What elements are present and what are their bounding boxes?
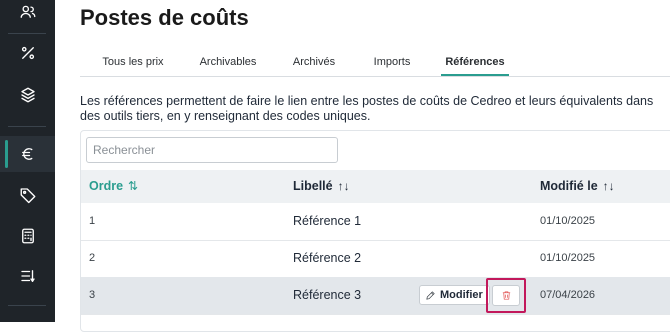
sort-icon[interactable]: ⇅: [128, 179, 138, 193]
sidebar-item-calculator[interactable]: [0, 218, 55, 254]
column-label-modified: Modifié le: [540, 179, 598, 193]
list-sort-icon: [20, 270, 35, 282]
tag-icon: [20, 188, 35, 204]
column-header-label[interactable]: Libellé ↑↓: [293, 170, 350, 203]
row-label: Référence 1: [293, 214, 362, 228]
search-input[interactable]: [86, 137, 338, 163]
users-icon: [20, 5, 35, 18]
page-title: Postes de coûts: [80, 5, 249, 30]
table-header: Ordre ⇅ Libellé ↑↓ Modifié le ↑↓: [81, 170, 670, 203]
row-order: 3: [89, 289, 96, 301]
tab-bar: Tous les prix Archivables Archivés Impor…: [80, 52, 670, 77]
table-row[interactable]: 1 Référence 1 01/10/2025: [81, 203, 670, 241]
sidebar-item-ordering[interactable]: [0, 258, 55, 294]
trash-icon: [502, 291, 510, 300]
sidebar-item-layers[interactable]: [0, 77, 55, 113]
percent-icon: [21, 46, 34, 60]
row-modified: 01/10/2025: [540, 252, 596, 264]
table-row[interactable]: 2 Référence 2 01/10/2025: [81, 240, 670, 278]
euro-icon: [21, 148, 32, 160]
delete-button[interactable]: [492, 285, 520, 306]
row-order: 2: [89, 252, 96, 264]
edit-button[interactable]: Modifier: [419, 285, 490, 305]
sidebar-item-tags[interactable]: [0, 177, 55, 213]
delete-button-highlight: [486, 278, 526, 313]
sidebar-divider: [8, 33, 46, 34]
sidebar-divider: [8, 305, 46, 306]
column-header-modified[interactable]: Modifié le ↑↓: [540, 170, 615, 203]
calculator-icon: [21, 228, 34, 244]
row-modified: 07/04/2026: [540, 289, 596, 301]
edit-button-label: Modifier: [440, 289, 483, 301]
row-label: Référence 2: [293, 251, 362, 265]
row-label: Référence 3: [293, 288, 362, 302]
tab-archived[interactable]: Archivés: [289, 52, 339, 74]
references-table: Ordre ⇅ Libellé ↑↓ Modifié le ↑↓ 1 Référenc…: [80, 130, 670, 332]
column-header-order[interactable]: Ordre ⇅: [89, 170, 138, 203]
sort-icon[interactable]: ↑↓: [338, 179, 350, 193]
layers-icon: [20, 87, 35, 103]
table-row[interactable]: 3 Référence 3 Modifier 07/04/2026: [81, 277, 670, 315]
column-label-label: Libellé: [293, 179, 333, 193]
column-label-order: Ordre: [89, 179, 124, 193]
pencil-icon: [426, 290, 435, 300]
sidebar: [0, 0, 55, 322]
tab-references[interactable]: Références: [441, 52, 509, 76]
page-description: Les références permettent de faire le li…: [80, 94, 654, 123]
tab-archivable[interactable]: Archivables: [196, 52, 260, 74]
tab-all-prices[interactable]: Tous les prix: [98, 52, 168, 74]
sidebar-item-users[interactable]: [0, 0, 55, 30]
sidebar-item-costs[interactable]: [0, 136, 55, 172]
row-modified: 01/10/2025: [540, 215, 596, 227]
sort-icon[interactable]: ↑↓: [603, 179, 615, 193]
sidebar-divider: [8, 126, 46, 127]
sidebar-item-percent[interactable]: [0, 35, 55, 71]
row-order: 1: [89, 215, 96, 227]
tab-imports[interactable]: Imports: [367, 52, 417, 74]
